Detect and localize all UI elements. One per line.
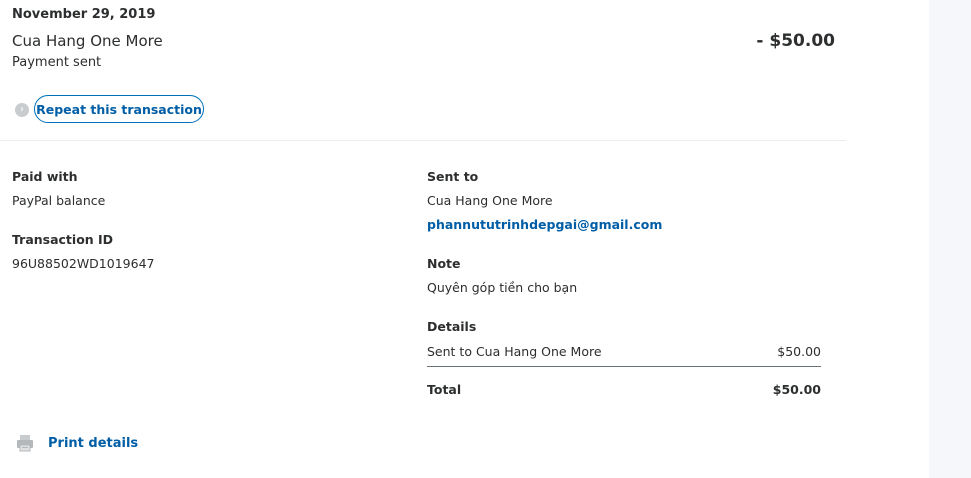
sent-to-label: Sent to [427,169,479,184]
merchant-name: Cua Hang One More [12,32,163,50]
repeat-icon: › [15,103,29,117]
print-details-link[interactable]: Print details [48,436,138,451]
printer-icon[interactable] [16,434,34,452]
transaction-amount: - $50.00 [756,31,835,51]
details-divider [427,366,821,367]
transaction-date: November 29, 2019 [12,7,156,22]
transaction-status: Payment sent [12,55,102,70]
total-label: Total [427,382,462,397]
paid-with-label: Paid with [12,169,78,184]
repeat-transaction-button[interactable]: Repeat this transaction [34,95,204,123]
section-divider [0,140,846,141]
sent-to-email-link[interactable]: phannututrinhdepgai@gmail.com [427,217,662,232]
total-amount: $50.00 [772,382,821,397]
note-value: Quyên góp tiền cho bạn [427,280,578,295]
note-label: Note [427,256,461,271]
sent-to-name: Cua Hang One More [427,193,553,208]
details-item-label: Sent to Cua Hang One More [427,344,602,359]
details-item-amount: $50.00 [777,344,821,359]
details-label: Details [427,319,477,334]
paid-with-value: PayPal balance [12,193,106,208]
right-gutter [929,0,971,478]
transaction-id-label: Transaction ID [12,232,114,247]
transaction-id-value: 96U88502WD1019647 [12,256,155,271]
